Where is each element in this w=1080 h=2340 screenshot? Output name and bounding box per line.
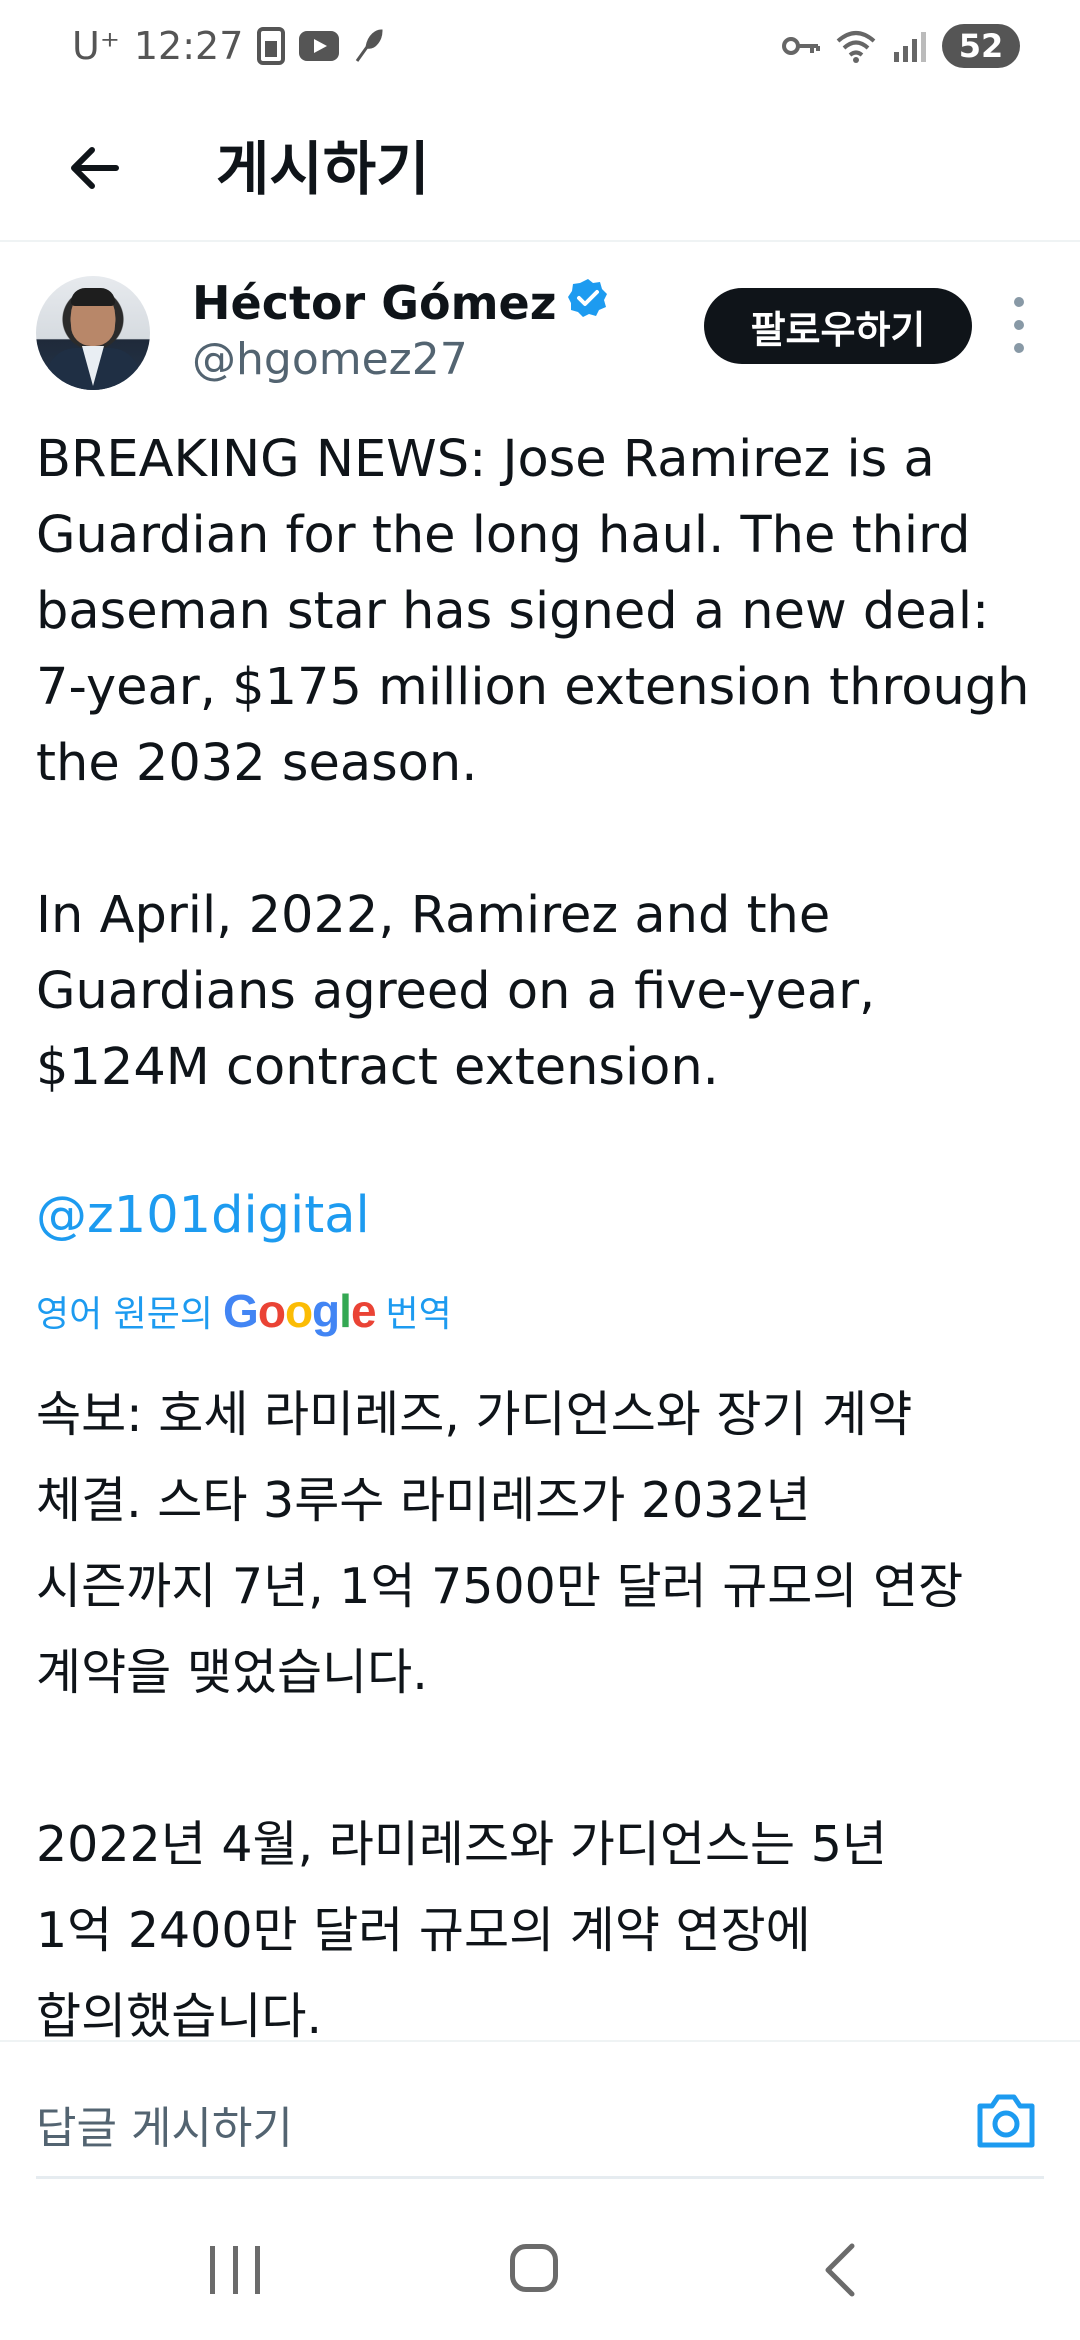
reply-bar: 답글 게시하기 bbox=[0, 2040, 1080, 2182]
page-title: 게시하기 bbox=[216, 135, 430, 203]
translation-attribution[interactable]: 영어 원문의 Google 번역 bbox=[36, 1284, 452, 1338]
feather-icon bbox=[353, 29, 383, 63]
translate-suffix: 번역 bbox=[385, 1294, 452, 1335]
youtube-icon bbox=[299, 31, 340, 61]
status-left: U⁺ 12:27 bbox=[72, 24, 383, 68]
vpn-key-icon bbox=[782, 35, 820, 57]
sim-card-icon bbox=[257, 27, 286, 65]
more-vertical-icon[interactable] bbox=[1004, 290, 1034, 360]
follow-button[interactable]: 팔로우하기 bbox=[704, 288, 972, 364]
arrow-left-icon[interactable] bbox=[52, 126, 136, 210]
author-handle[interactable]: @hgomez27 bbox=[192, 334, 468, 385]
translate-prefix: 영어 원문의 bbox=[36, 1294, 214, 1335]
back-icon[interactable] bbox=[818, 2240, 862, 2300]
author-name[interactable]: Héctor Gómez bbox=[192, 276, 609, 330]
author-name-text: Héctor Gómez bbox=[192, 276, 557, 330]
recent-bar bbox=[210, 2246, 215, 2294]
home-icon[interactable] bbox=[510, 2244, 558, 2292]
google-logo: Google bbox=[223, 1285, 376, 1337]
reply-input[interactable]: 답글 게시하기 bbox=[36, 2092, 293, 2156]
mention-link[interactable]: @z101digital bbox=[36, 1186, 370, 1245]
recent-apps-icon[interactable] bbox=[210, 2246, 260, 2294]
avatar-hair bbox=[71, 288, 115, 306]
more-dot bbox=[1014, 296, 1024, 307]
status-bar: U⁺ 12:27 52 bbox=[0, 0, 1080, 96]
more-dot bbox=[1014, 319, 1024, 330]
recent-bar bbox=[232, 2246, 238, 2294]
wifi-icon bbox=[836, 29, 876, 63]
system-nav-bar bbox=[0, 2210, 1080, 2340]
more-dot bbox=[1014, 343, 1024, 354]
status-right: 52 bbox=[782, 24, 1020, 68]
clock: 12:27 bbox=[133, 24, 244, 68]
top-app-bar: 게시하기 bbox=[0, 96, 1080, 242]
reply-divider bbox=[36, 2176, 1044, 2179]
carrier-label: U⁺ bbox=[72, 24, 120, 68]
tweet-text: BREAKING NEWS: Jose Ramirez is a Guardia… bbox=[36, 430, 1030, 1097]
signal-icon bbox=[892, 30, 926, 62]
battery-indicator: 52 bbox=[942, 24, 1020, 68]
tweet-author: Héctor Gómez @hgomez27 팔로우하기 bbox=[0, 262, 1080, 402]
recent-bar bbox=[255, 2246, 260, 2294]
translated-text: 속보: 호세 라미레즈, 가디언스와 장기 계약 체결. 스타 3루수 라미레즈… bbox=[36, 1386, 964, 2045]
avatar[interactable] bbox=[36, 276, 150, 390]
camera-icon[interactable] bbox=[974, 2092, 1038, 2150]
verified-badge-icon bbox=[567, 276, 609, 330]
